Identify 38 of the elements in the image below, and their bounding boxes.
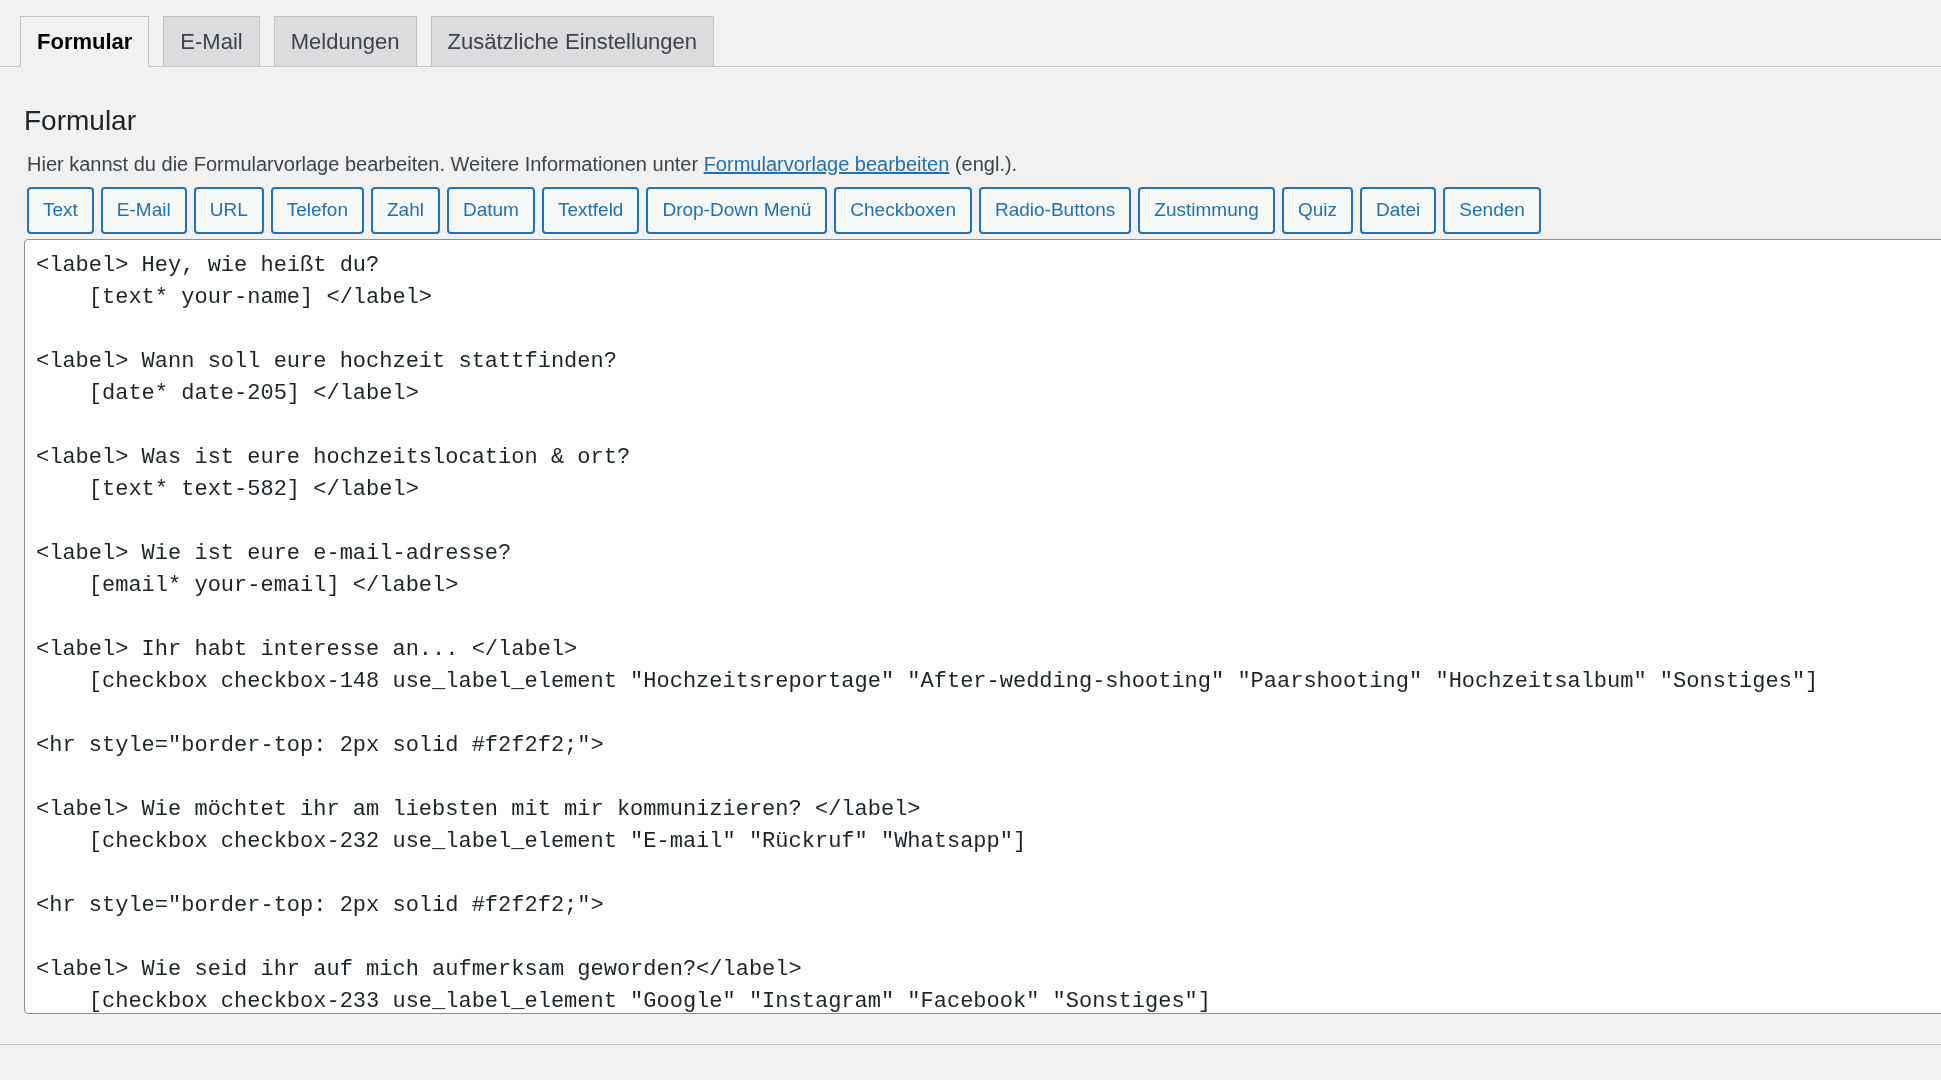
code-line: <hr style="border-top: 2px solid #f2f2f2;">	[36, 732, 604, 760]
code-editor-field[interactable]	[24, 239, 1941, 1014]
tag-button[interactable]: Datei	[1359, 187, 1437, 234]
section-title: Formular	[24, 104, 137, 138]
code-line: <label> Wann soll eure hochzeit stattfinden?	[36, 348, 617, 376]
tag-button[interactable]: Drop-Down Menü	[646, 187, 828, 234]
tag-button[interactable]: Telefon	[270, 187, 364, 234]
tag-button[interactable]: Datum	[446, 187, 535, 234]
tab[interactable]: E-Mail	[163, 16, 260, 66]
tag-button[interactable]: Zahl	[371, 187, 440, 234]
tag-button[interactable]: Zustimmung	[1138, 187, 1275, 234]
code-line: [email* your-email] </label>	[87, 572, 459, 600]
tag-button[interactable]: Senden	[1443, 187, 1541, 234]
tag-button[interactable]: E-Mail	[100, 187, 187, 234]
code-line: [text* your-name] </label>	[87, 284, 433, 312]
code-line: <label> Wie ist eure e-mail-adresse?	[36, 540, 512, 568]
tag-button[interactable]: Checkboxen	[834, 187, 972, 234]
help-link[interactable]: Formularvorlage bearbeiten	[703, 153, 950, 175]
tag-button[interactable]: Radio-Buttons	[978, 187, 1132, 234]
code-line: [checkbox checkbox-233 use_label_element "Google" "Instagram" "Facebook" "Sonstiges"]	[87, 988, 1211, 1016]
code-line: [date* date-205] </label>	[87, 380, 419, 408]
tab[interactable]: Formular	[20, 16, 150, 67]
code-line: [text* text-582] </label>	[87, 476, 419, 504]
tag-button[interactable]: URL	[193, 187, 264, 234]
code-line: <label> Ihr habt interesse an... </label>	[36, 636, 578, 664]
code-line: <hr style="border-top: 2px solid #f2f2f2;">	[36, 892, 604, 920]
tab[interactable]: Zusätzliche Einstellungen	[430, 16, 715, 66]
tab[interactable]: Meldungen	[273, 16, 417, 66]
tag-button[interactable]: Text	[27, 187, 94, 234]
code-line: [checkbox checkbox-148 use_label_element "Hochzeitsreportage" "After-wedding-shooting" "Paarshooting" "Hochzeitsalbum" "Sonstiges"]	[87, 668, 1819, 696]
code-line: <label> Wie möchtet ihr am liebsten mit mir kommunizieren? </label>	[36, 796, 921, 824]
code-line: <label> Wie seid ihr auf mich aufmerksam geworden?</label>	[36, 956, 802, 984]
code-line: <label> Hey, wie heißt du?	[36, 252, 380, 280]
code-line: [checkbox checkbox-232 use_label_element "E-mail" "Rückruf" "Whatsapp"]	[87, 828, 1027, 856]
code-line: <label> Was ist eure hochzeitslocation & ort?	[36, 444, 631, 472]
description-text: Hier kannst du die Formularvorlage bearbeiten. Weitere Informationen unter Formularvorlage bearbeiten (engl.).	[27, 152, 1019, 177]
tag-button[interactable]: Textfeld	[541, 187, 640, 234]
tag-button[interactable]: Quiz	[1281, 187, 1353, 234]
